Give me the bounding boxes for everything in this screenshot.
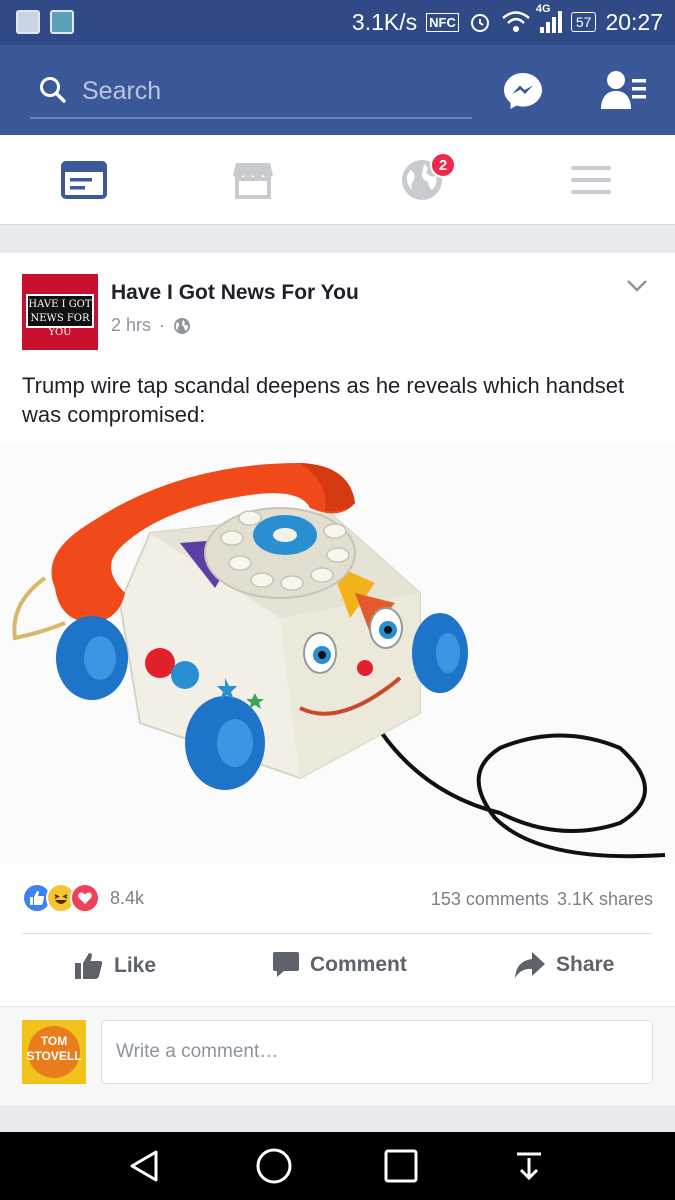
love-reaction-icon	[70, 883, 100, 913]
shares-count[interactable]: 3.1K shares	[557, 889, 653, 910]
friend-requests-icon[interactable]	[600, 69, 648, 111]
tab-news-feed[interactable]	[54, 153, 114, 207]
post-text: Trump wire tap scandal deepens as he rev…	[22, 373, 625, 427]
like-label: Like	[114, 954, 157, 977]
comment-icon	[273, 952, 299, 977]
menu-icon	[571, 166, 611, 194]
marketplace-icon	[233, 163, 273, 199]
search-icon	[40, 77, 66, 103]
thumbs-up-icon	[75, 953, 103, 979]
search-bar[interactable]	[30, 67, 472, 119]
news-feed-icon	[61, 161, 107, 199]
share-arrow-icon	[515, 952, 545, 978]
public-globe-icon	[174, 317, 191, 334]
avatar-text: TOM STOVELL	[26, 1034, 82, 1063]
notification-icons	[16, 10, 74, 34]
notification-shade-icon[interactable]	[509, 1146, 549, 1186]
comment-button[interactable]: Comment	[272, 951, 407, 979]
user-avatar[interactable]: TOM STOVELL	[22, 1020, 86, 1084]
clock: 20:27	[605, 8, 663, 35]
notification-badge: 2	[430, 152, 456, 178]
comments-count[interactable]: 153 comments	[431, 889, 549, 910]
post-actions: Like Comment Share	[0, 943, 675, 995]
photo-notification-icon	[16, 10, 40, 34]
back-icon[interactable]	[126, 1146, 166, 1186]
engagement-counts: 153 comments 3.1K shares	[431, 889, 653, 910]
divider	[22, 933, 652, 934]
comment-composer: TOM STOVELL	[0, 1006, 675, 1105]
recents-icon[interactable]	[381, 1146, 421, 1186]
system-nav-bar	[0, 1132, 675, 1200]
page-name[interactable]: Have I Got News For You	[111, 281, 359, 305]
comment-box[interactable]	[101, 1020, 653, 1084]
cell-signal-icon: 4G	[536, 3, 562, 33]
nfc-icon: NFC	[426, 12, 459, 32]
home-icon[interactable]	[254, 1146, 294, 1186]
post-meta: 2 hrs ·	[111, 315, 191, 336]
post-time[interactable]: 2 hrs	[111, 315, 151, 336]
search-input[interactable]	[82, 73, 462, 109]
page-logo-text: HAVE I GOT NEWS FOR YOU	[26, 294, 94, 338]
battery-icon: 57	[570, 12, 597, 32]
reaction-count: 8.4k	[110, 887, 145, 908]
comment-input[interactable]	[102, 1021, 652, 1083]
feed-post: HAVE I GOT NEWS FOR YOU Have I Got News …	[0, 253, 675, 1105]
page-avatar[interactable]: HAVE I GOT NEWS FOR YOU	[22, 274, 98, 350]
tab-more-menu[interactable]	[561, 153, 621, 207]
comment-label: Comment	[310, 953, 407, 976]
like-button[interactable]: Like	[74, 951, 156, 981]
alarm-icon	[470, 14, 489, 32]
status-bar: 3.1K/s NFC 4G 57 20:27	[0, 0, 675, 45]
tab-bar: 2	[0, 135, 675, 225]
app-header	[0, 45, 675, 135]
network-speed: 3.1K/s	[351, 8, 418, 35]
share-label: Share	[556, 953, 615, 976]
share-button[interactable]: Share	[514, 951, 614, 979]
chevron-down-icon[interactable]	[626, 279, 648, 293]
gallery-notification-icon	[50, 10, 74, 34]
network-type: 4G	[535, 3, 551, 15]
tab-marketplace[interactable]	[223, 153, 283, 207]
reactions-summary[interactable]: 8.4k	[22, 883, 144, 913]
post-photo[interactable]	[0, 443, 675, 863]
messenger-icon[interactable]	[503, 71, 543, 111]
wifi-icon	[502, 11, 530, 32]
meta-separator: ·	[159, 315, 166, 335]
